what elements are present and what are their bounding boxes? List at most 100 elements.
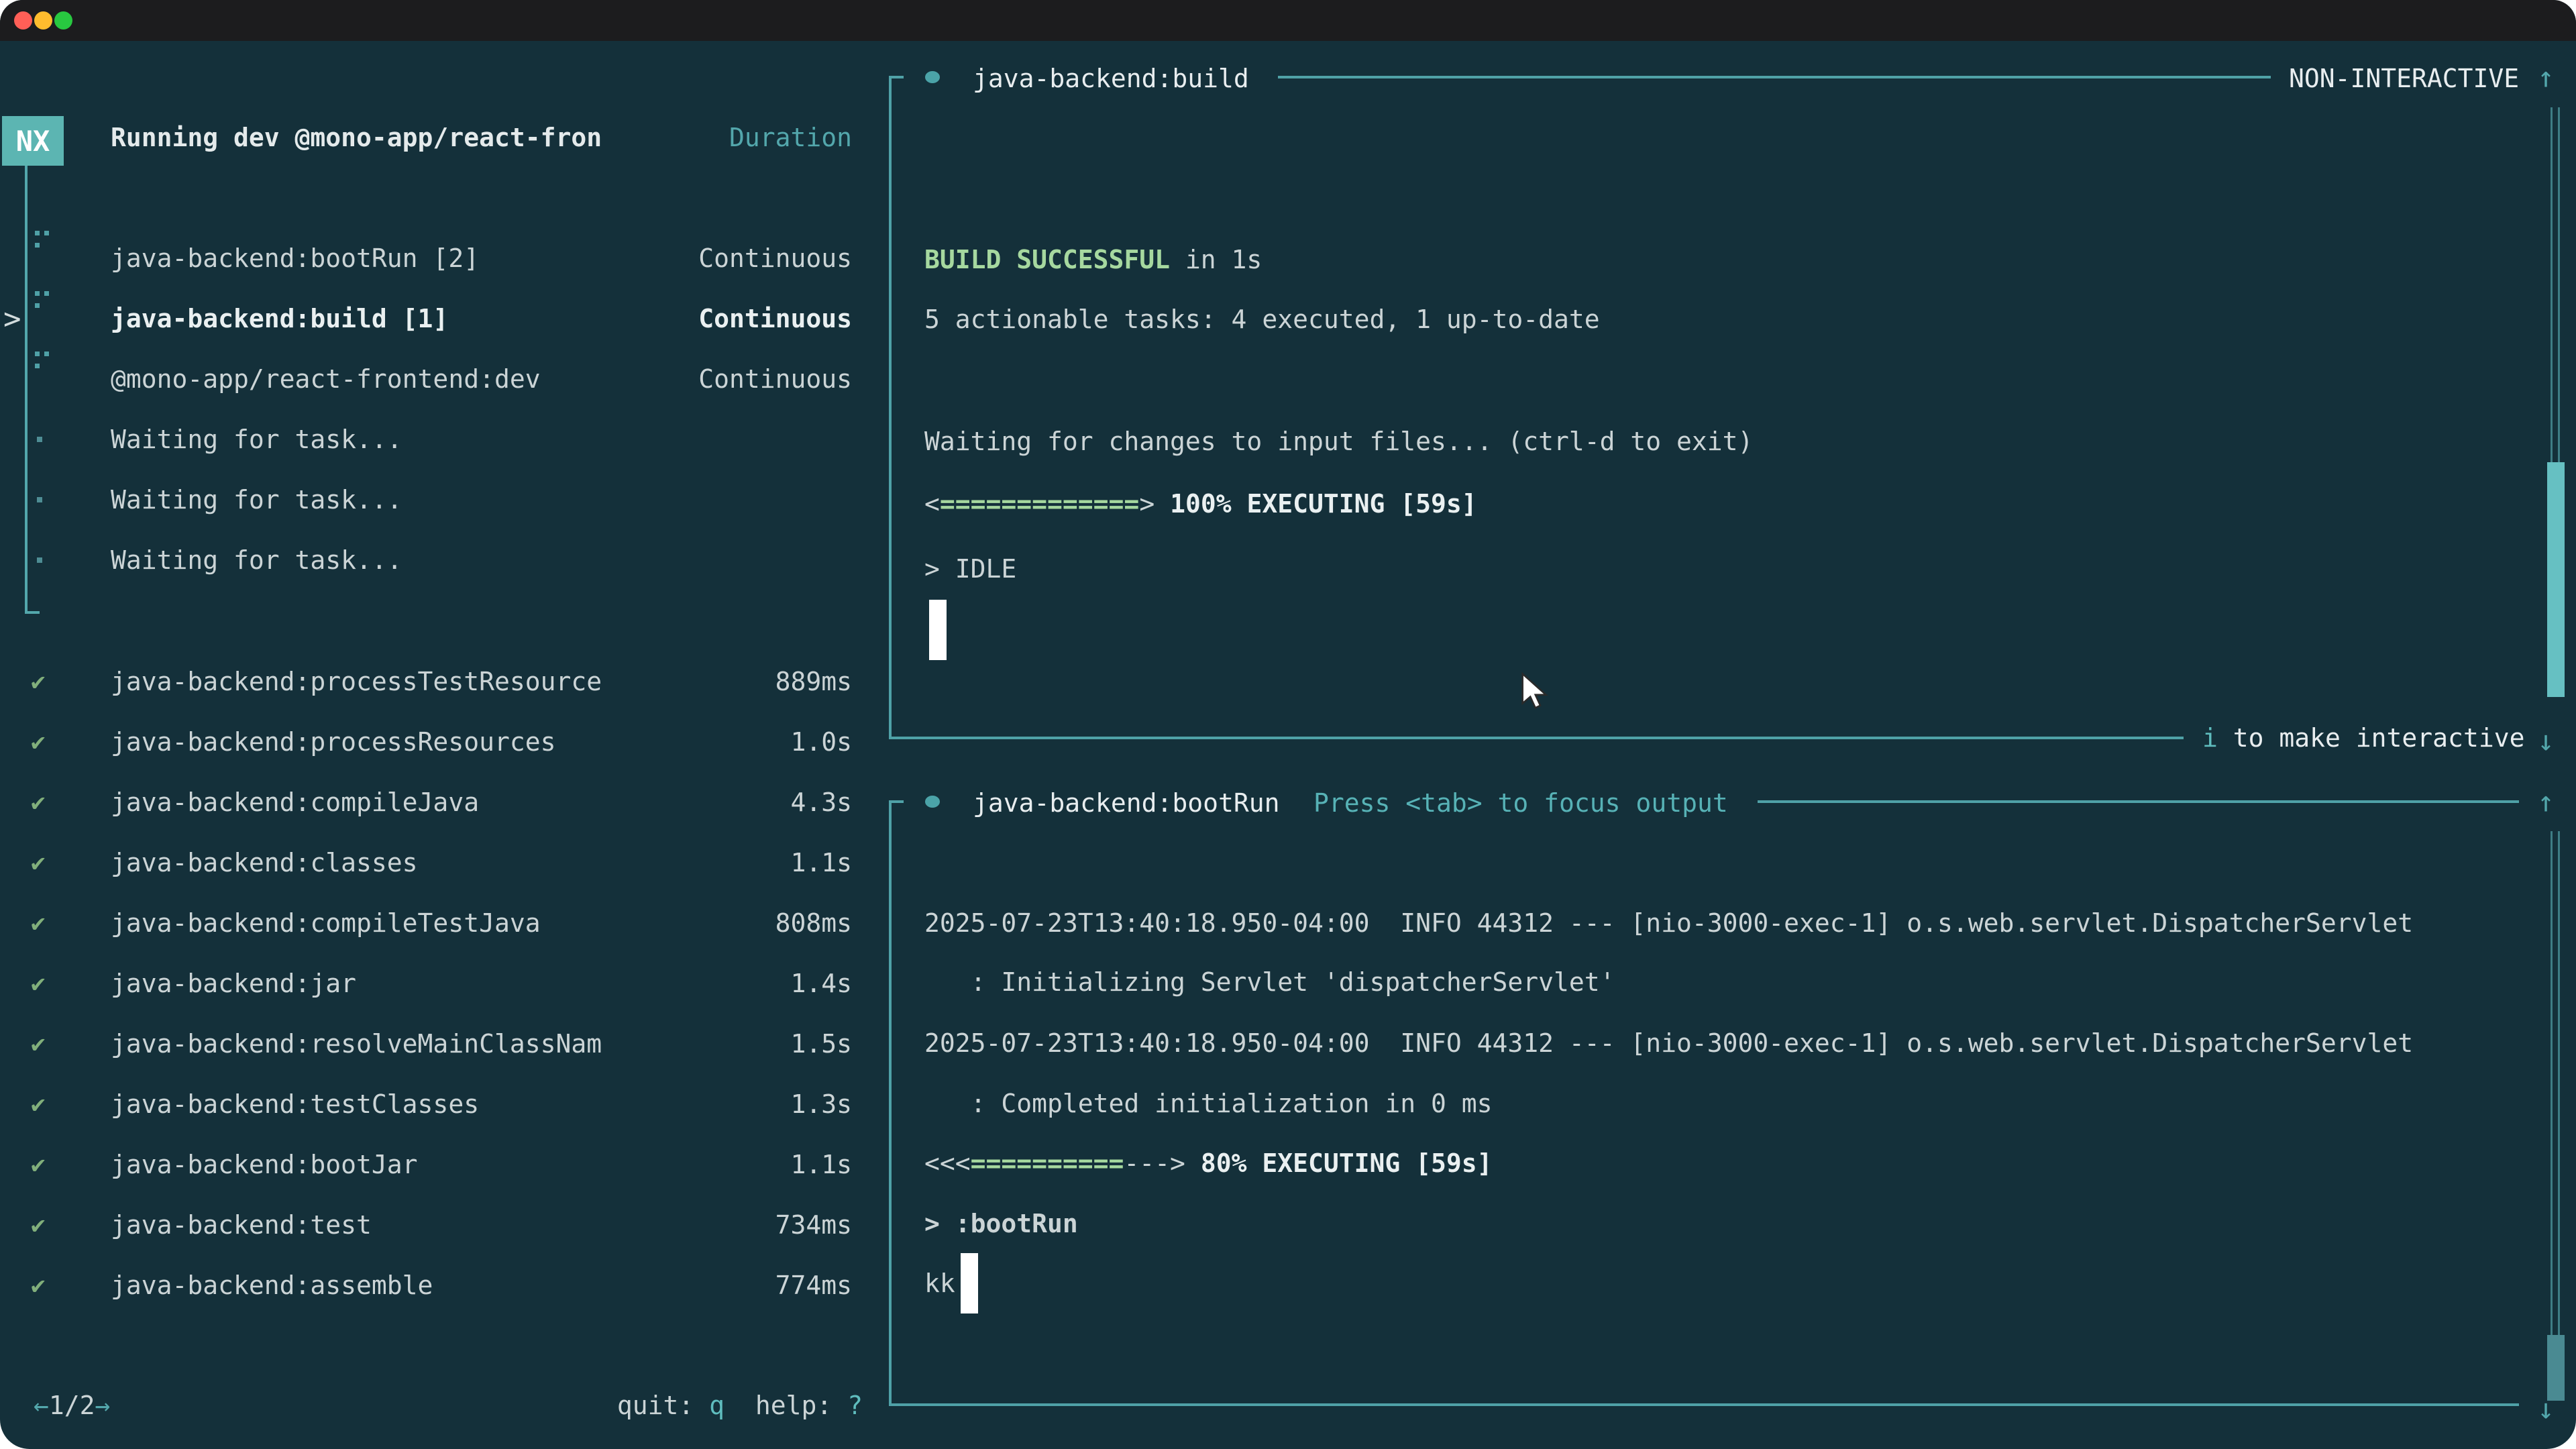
check-icon: ✔ <box>31 1074 46 1134</box>
task-row[interactable]: ✔ java-backend:processResources 1.0s <box>0 712 892 772</box>
panel-border <box>1278 76 2271 78</box>
check-icon: ✔ <box>31 712 46 772</box>
spinner-icon <box>35 231 51 250</box>
progress-label: 100% EXECUTING [59s] <box>1155 489 1477 519</box>
progress-label: 80% EXECUTING [59s] <box>1185 1148 1493 1178</box>
task-row[interactable]: java-backend:bootRun [2] Continuous <box>0 228 892 288</box>
help-key[interactable]: ? <box>847 1391 863 1420</box>
pager-left-icon[interactable]: ← <box>34 1391 49 1420</box>
task-duration: Continuous <box>698 349 852 409</box>
task-label: java-backend:compileTestJava <box>111 893 541 953</box>
scrollbar-thumb[interactable] <box>2547 462 2565 697</box>
check-icon: ✔ <box>31 1134 46 1195</box>
task-duration: 774ms <box>775 1255 852 1316</box>
progress-prefix: <<< <box>924 1148 971 1178</box>
progress-prefix: < <box>924 489 940 519</box>
task-tree-corner <box>25 611 40 614</box>
waiting-task-row[interactable]: Waiting for task... <box>0 530 892 590</box>
scrollbar-track[interactable] <box>2551 107 2560 464</box>
scroll-up-icon[interactable]: ↑ <box>2531 786 2561 818</box>
task-row[interactable]: ✔ java-backend:processTestResource 889ms <box>0 651 892 712</box>
task-bullet-icon <box>925 71 940 83</box>
check-icon: ✔ <box>31 893 46 953</box>
quit-key[interactable]: q <box>709 1391 724 1420</box>
task-row[interactable]: ✔ java-backend:classes 1.1s <box>0 833 892 893</box>
task-row[interactable]: ✔ java-backend:assemble 774ms <box>0 1255 892 1316</box>
scrollbar-track[interactable] <box>2551 831 2560 1336</box>
pending-dot-icon <box>37 437 42 442</box>
spinner-icon <box>35 352 51 370</box>
log-line: 2025-07-23T13:40:18.950-04:00 INFO 44312… <box>924 905 2413 941</box>
run-command-title: Running dev @mono-app/react-fron <box>111 107 602 168</box>
check-icon: ✔ <box>31 1014 46 1074</box>
task-row[interactable]: @mono-app/react-frontend:dev Continuous <box>0 349 892 409</box>
completed-task-list: ✔ java-backend:processTestResource 889ms… <box>0 651 892 1316</box>
progress-bar: ========== <box>971 1148 1124 1178</box>
scroll-down-icon[interactable]: ↓ <box>2531 1393 2561 1426</box>
task-label: Waiting for task... <box>111 470 402 530</box>
pending-dot-icon <box>37 497 42 502</box>
pager-value: 1/2 <box>49 1391 95 1420</box>
check-icon: ✔ <box>31 1255 46 1316</box>
task-row[interactable]: ✔ java-backend:bootJar 1.1s <box>0 1134 892 1195</box>
waiting-task-row[interactable]: Waiting for task... <box>0 409 892 470</box>
quit-label: quit: <box>617 1391 694 1420</box>
task-duration: 734ms <box>775 1195 852 1255</box>
task-duration: 1.1s <box>790 1134 852 1195</box>
task-duration: 1.0s <box>790 712 852 772</box>
keyboard-hints: quit: q help: ? <box>617 1375 863 1436</box>
progress-suffix: ---> <box>1124 1148 1185 1178</box>
page-indicator[interactable]: ←1/2→ <box>34 1375 110 1436</box>
log-line: : Completed initialization in 0 ms <box>924 1085 1492 1122</box>
task-label: java-backend:test <box>111 1195 372 1255</box>
check-icon: ✔ <box>31 772 46 833</box>
task-duration: 1.5s <box>790 1014 852 1074</box>
terminal-cursor <box>961 1253 978 1313</box>
non-interactive-badge: NON-INTERACTIVE <box>2289 64 2519 93</box>
log-line: 2025-07-23T13:40:18.950-04:00 INFO 44312… <box>924 1025 2413 1061</box>
check-icon: ✔ <box>31 833 46 893</box>
task-row[interactable]: ✔ java-backend:jar 1.4s <box>0 953 892 1014</box>
mouse-cursor <box>1520 672 1550 712</box>
maximize-button-icon[interactable] <box>54 11 72 30</box>
task-duration: 1.1s <box>790 833 852 893</box>
progress-line: <<<==========---> 80% EXECUTING [59s] <box>924 1145 1493 1181</box>
task-duration: 4.3s <box>790 772 852 833</box>
scroll-up-icon[interactable]: ↑ <box>2531 61 2561 94</box>
spinner-icon <box>35 291 51 310</box>
help-label: help: <box>755 1391 832 1420</box>
minimize-button-icon[interactable] <box>34 11 52 30</box>
task-row[interactable]: ✔ java-backend:compileTestJava 808ms <box>0 893 892 953</box>
task-label: java-backend:build [1] <box>111 288 448 349</box>
log-line: : Initializing Servlet 'dispatcherServle… <box>924 964 1615 1000</box>
task-label: java-backend:bootJar <box>111 1134 418 1195</box>
task-row[interactable]: ✔ java-backend:compileJava 4.3s <box>0 772 892 833</box>
window-titlebar[interactable] <box>0 0 2576 41</box>
panel-title: java-backend:build <box>973 64 1249 93</box>
waiting-task-row[interactable]: Waiting for task... <box>0 470 892 530</box>
scrollbar-thumb[interactable] <box>2547 1335 2565 1401</box>
task-duration: 889ms <box>775 651 852 712</box>
task-row-selected[interactable]: java-backend:build [1] Continuous <box>0 288 892 349</box>
task-label: java-backend:compileJava <box>111 772 479 833</box>
task-label: java-backend:assemble <box>111 1255 433 1316</box>
idle-line: > IDLE <box>924 551 1016 587</box>
task-label: java-backend:processResources <box>111 712 555 772</box>
progress-suffix: > <box>1139 489 1155 519</box>
check-icon: ✔ <box>31 1195 46 1255</box>
interactive-hint-key: i <box>2202 723 2218 753</box>
progress-line: <=============> 100% EXECUTING [59s] <box>924 486 1477 522</box>
task-row[interactable]: ✔ java-backend:test 734ms <box>0 1195 892 1255</box>
build-result-line: BUILD SUCCESSFUL in 1s <box>924 241 1262 278</box>
panel-border <box>889 76 892 739</box>
duration-column-header: Duration <box>729 107 852 168</box>
panel-border <box>889 800 892 1406</box>
scroll-down-icon[interactable]: ↓ <box>2531 724 2561 757</box>
check-icon: ✔ <box>31 651 46 712</box>
focus-output-hint: Press <tab> to focus output <box>1313 788 1728 818</box>
task-row[interactable]: ✔ java-backend:testClasses 1.3s <box>0 1074 892 1134</box>
typed-input-text[interactable]: kk <box>924 1265 955 1301</box>
pager-right-icon[interactable]: → <box>95 1391 111 1420</box>
close-button-icon[interactable] <box>14 11 32 30</box>
task-row[interactable]: ✔ java-backend:resolveMainClassNam 1.5s <box>0 1014 892 1074</box>
